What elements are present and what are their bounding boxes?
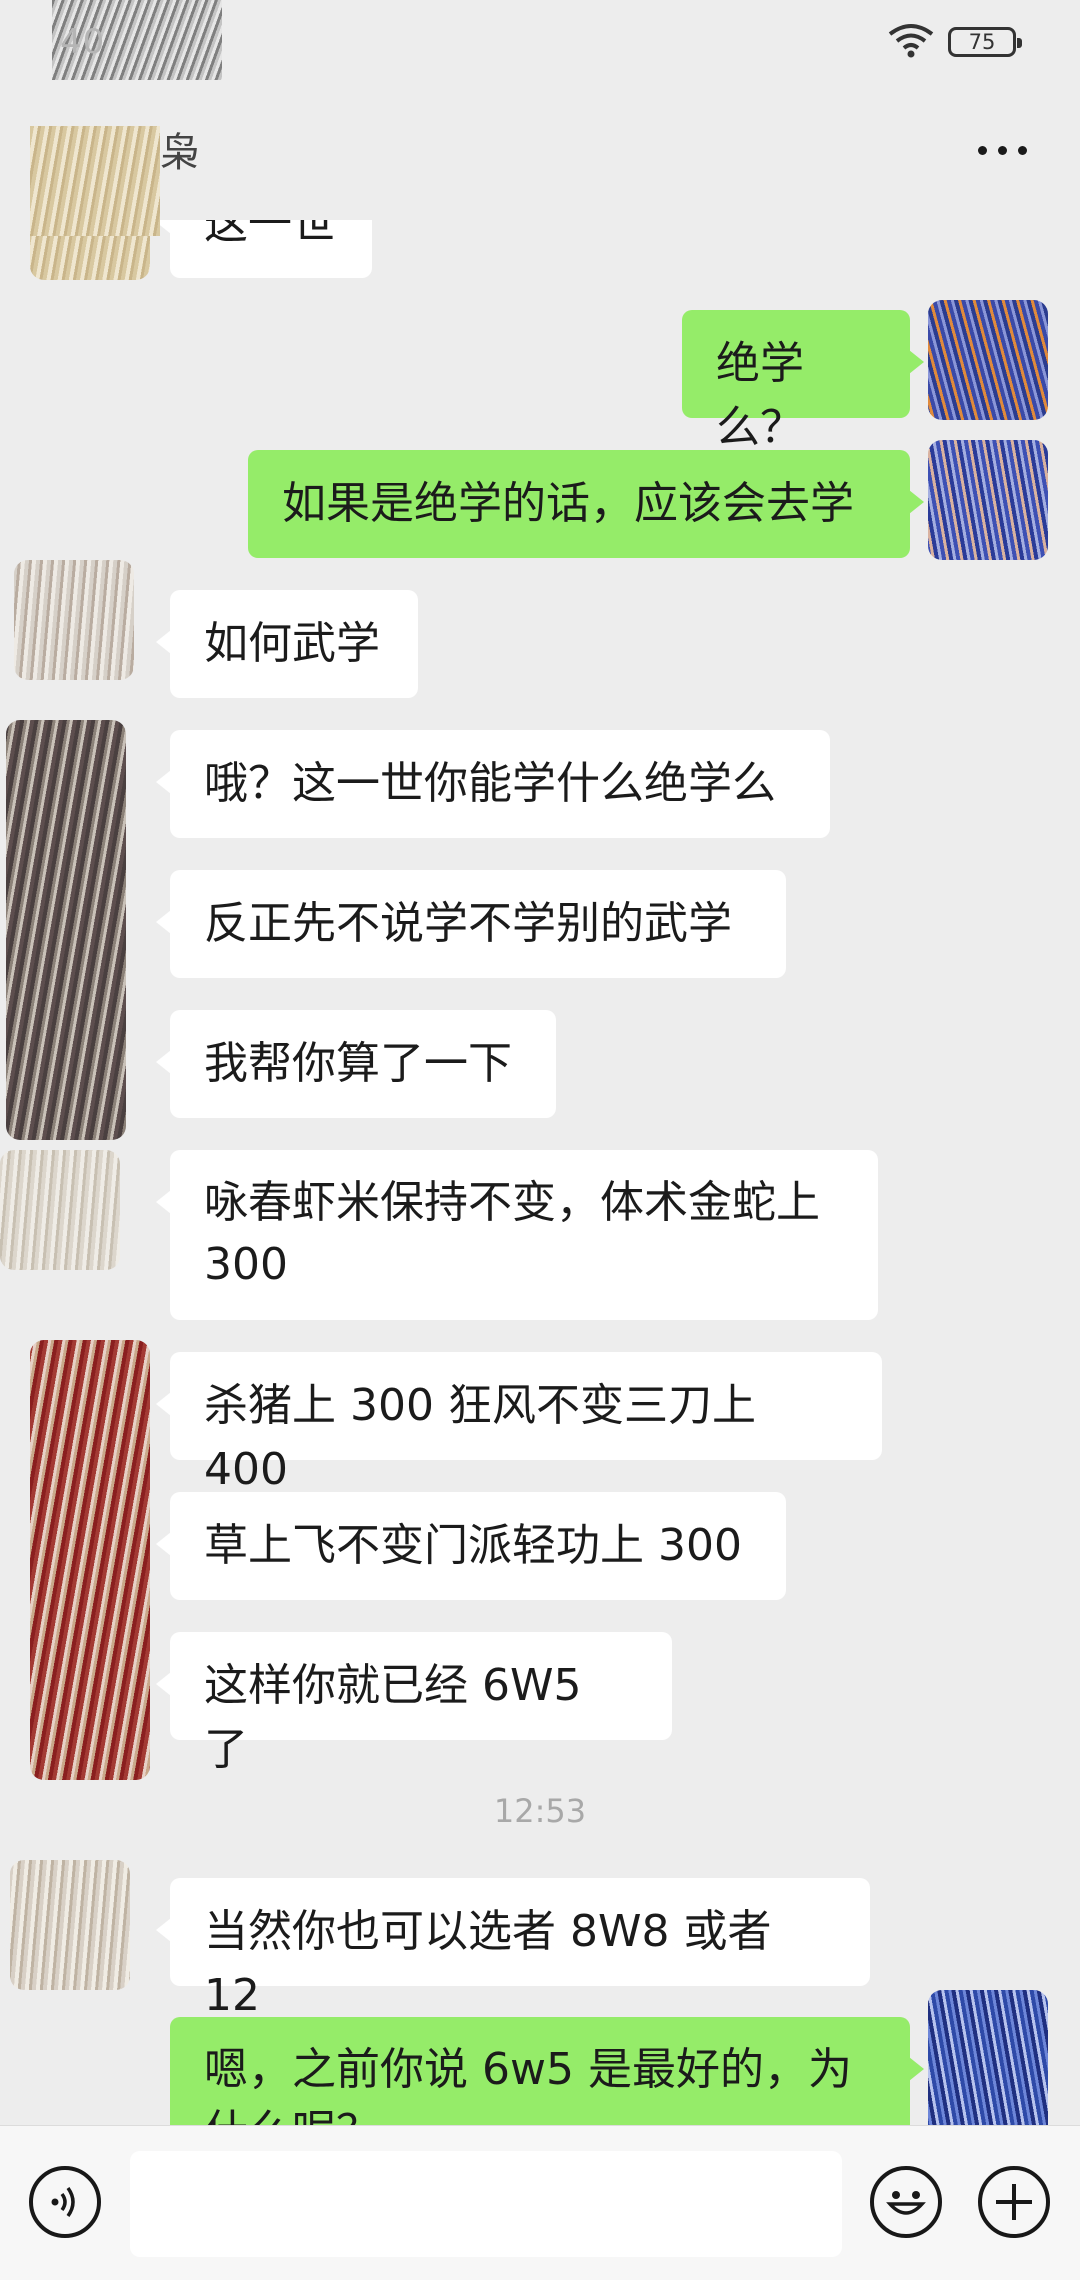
voice-icon: [51, 2186, 75, 2218]
message-bubble-incoming[interactable]: 反正先不说学不学别的武学: [156, 870, 786, 978]
avatar-contact[interactable]: [0, 1150, 120, 1270]
avatar-contact[interactable]: [6, 720, 126, 1140]
status-time: 40: [60, 22, 106, 62]
avatar-contact[interactable]: [30, 1340, 150, 1780]
plus-button[interactable]: [978, 2166, 1050, 2238]
more-icon: [978, 146, 987, 155]
message-bubble-outgoing[interactable]: 绝学么？: [682, 310, 924, 453]
plus-icon: [996, 2184, 1032, 2220]
avatar-contact[interactable]: [30, 126, 160, 236]
message-bubble-incoming[interactable]: 咏春虾米保持不变，体术金蛇上 300: [156, 1150, 878, 1320]
message-timestamp: 12:53: [493, 1792, 587, 1830]
chat-header: 枭: [0, 80, 1080, 236]
emoji-button[interactable]: [870, 2166, 942, 2238]
chat-title[interactable]: 枭: [160, 120, 200, 178]
message-bubble-incoming[interactable]: 这样你就已经 6W5 了: [156, 1632, 672, 1775]
avatar-contact[interactable]: [14, 560, 134, 680]
avatar-contact[interactable]: [10, 1860, 130, 1990]
chat-screen: 这一世 绝学么？ 如果是绝学的话，应该会去学 如何武学 哦？这一世你能学什么绝学…: [0, 0, 1080, 2280]
more-options-button[interactable]: [972, 132, 1032, 168]
wifi-icon: [888, 24, 934, 58]
voice-button[interactable]: [29, 2166, 101, 2238]
avatar-self[interactable]: [928, 1990, 1048, 2125]
message-bubble-incoming[interactable]: 哦？这一世你能学什么绝学么: [156, 730, 830, 838]
message-bubble-outgoing[interactable]: 如果是绝学的话，应该会去学: [248, 450, 924, 558]
avatar-self[interactable]: [928, 300, 1048, 420]
avatar-self[interactable]: [928, 440, 1048, 560]
battery-icon: 75: [948, 27, 1022, 57]
more-icon: [1018, 146, 1027, 155]
message-input[interactable]: [130, 2151, 842, 2257]
message-bubble-incoming[interactable]: 如何武学: [156, 590, 418, 698]
message-list[interactable]: 这一世 绝学么？ 如果是绝学的话，应该会去学 如何武学 哦？这一世你能学什么绝学…: [0, 0, 1080, 2125]
message-bubble-incoming[interactable]: 当然你也可以选者 8W8 或者 12: [156, 1878, 870, 2021]
message-bubble-incoming[interactable]: 草上飞不变门派轻功上 300: [156, 1492, 786, 1600]
emoji-icon: [886, 2191, 926, 2215]
more-icon: [998, 146, 1007, 155]
message-bubble-outgoing[interactable]: 嗯，之前你说 6w5 是最好的，为 什么呢？: [170, 2017, 924, 2125]
message-bubble-incoming[interactable]: 我帮你算了一下: [156, 1010, 556, 1118]
status-bar: 40 75: [0, 0, 1080, 100]
input-bar: [0, 2125, 1080, 2280]
message-bubble-incoming[interactable]: 杀猪上 300 狂风不变三刀上 400: [156, 1352, 882, 1495]
